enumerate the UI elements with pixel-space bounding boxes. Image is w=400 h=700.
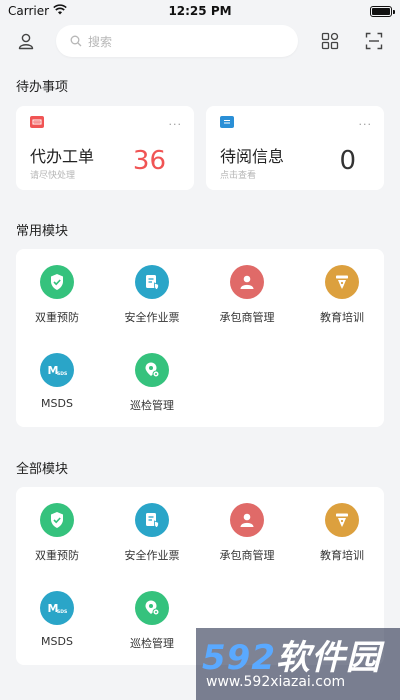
module-label: 承包商管理 [219, 549, 275, 562]
top-bar: 搜索 [0, 22, 400, 60]
card-subtitle: 请尽快处理 [30, 171, 76, 181]
location-icon [135, 591, 169, 625]
search-input[interactable]: 搜索 [56, 25, 298, 57]
module-label: 教育培训 [320, 549, 364, 562]
module-inspection[interactable]: 巡检管理 [112, 353, 192, 413]
battery-fill [372, 7, 390, 15]
watermark-brand: 软件园 [275, 638, 381, 678]
module-safety-ticket[interactable]: 安全作业票 [112, 503, 192, 563]
module-label: 承包商管理 [219, 311, 275, 324]
card-count: 0 [339, 146, 356, 176]
module-label: 巡检管理 [130, 399, 174, 412]
watermark-digits: 592 [202, 638, 276, 678]
top-actions [318, 29, 386, 53]
module-msds[interactable]: M SDS MSDS [17, 353, 97, 410]
wifi-icon [53, 4, 67, 18]
module-inspection[interactable]: 巡检管理 [112, 591, 192, 651]
svg-text:SDS: SDS [57, 371, 67, 377]
status-bar: Carrier 12:25 PM [0, 0, 400, 22]
watermark-url: www.592xiazai.com [206, 674, 346, 690]
module-label: 安全作业票 [124, 549, 180, 562]
module-label: MSDS [41, 635, 73, 648]
user-icon[interactable] [14, 29, 38, 53]
module-contractor[interactable]: 承包商管理 [207, 503, 287, 563]
module-label: 教育培训 [320, 311, 364, 324]
shield-icon [40, 265, 74, 299]
watermark: 592软件园 www.592xiazai.com [196, 628, 400, 700]
safety-ticket-icon [135, 265, 169, 299]
search-icon [70, 32, 82, 51]
person-icon [230, 503, 264, 537]
svg-text:SDS: SDS [57, 609, 67, 615]
module-label: 双重预防 [35, 311, 79, 324]
todo-card-workorder[interactable]: ··· 代办工单 请尽快处理 36 [16, 106, 194, 190]
message-icon [220, 116, 234, 128]
watermark-logo: 592软件园 [202, 630, 381, 679]
pen-icon [325, 503, 359, 537]
pen-icon [325, 265, 359, 299]
safety-ticket-icon [135, 503, 169, 537]
todo-card-messages[interactable]: ··· 待阅信息 点击查看 0 [206, 106, 384, 190]
module-dual-prevention[interactable]: 双重预防 [17, 503, 97, 563]
msds-icon: M SDS [40, 353, 74, 387]
module-dual-prevention[interactable]: 双重预防 [17, 265, 97, 325]
all-modules-title: 全部模块 [16, 462, 69, 477]
scan-icon[interactable] [362, 29, 386, 53]
module-label: MSDS [41, 397, 73, 410]
module-label: 巡检管理 [130, 637, 174, 650]
ticket-icon [30, 116, 44, 128]
module-label: 双重预防 [35, 549, 79, 562]
module-safety-ticket[interactable]: 安全作业票 [112, 265, 192, 325]
more-icon[interactable]: ··· [359, 118, 373, 131]
module-contractor[interactable]: 承包商管理 [207, 265, 287, 325]
msds-icon: M SDS [40, 591, 74, 625]
todo-section-title: 待办事项 [16, 80, 69, 95]
card-title: 代办工单 [30, 147, 95, 166]
common-modules-panel: 双重预防 安全作业票 承包商管理 教育培训 M SDS MSDS 巡检管理 [16, 249, 384, 427]
carrier-label: Carrier [8, 4, 50, 18]
status-time: 12:25 PM [168, 4, 232, 18]
more-icon[interactable]: ··· [169, 118, 183, 131]
module-msds[interactable]: M SDS MSDS [17, 591, 97, 648]
module-label: 安全作业票 [124, 311, 180, 324]
module-education[interactable]: 教育培训 [302, 265, 382, 325]
battery-icon [370, 5, 395, 17]
grid-icon[interactable] [318, 29, 342, 53]
card-title: 待阅信息 [220, 147, 285, 166]
module-education[interactable]: 教育培训 [302, 503, 382, 563]
card-subtitle: 点击查看 [220, 171, 257, 181]
status-left: Carrier [8, 4, 67, 18]
search-placeholder: 搜索 [88, 34, 113, 49]
shield-icon [40, 503, 74, 537]
card-count: 36 [132, 146, 166, 176]
location-icon [135, 353, 169, 387]
person-icon [230, 265, 264, 299]
common-modules-title: 常用模块 [16, 224, 69, 239]
